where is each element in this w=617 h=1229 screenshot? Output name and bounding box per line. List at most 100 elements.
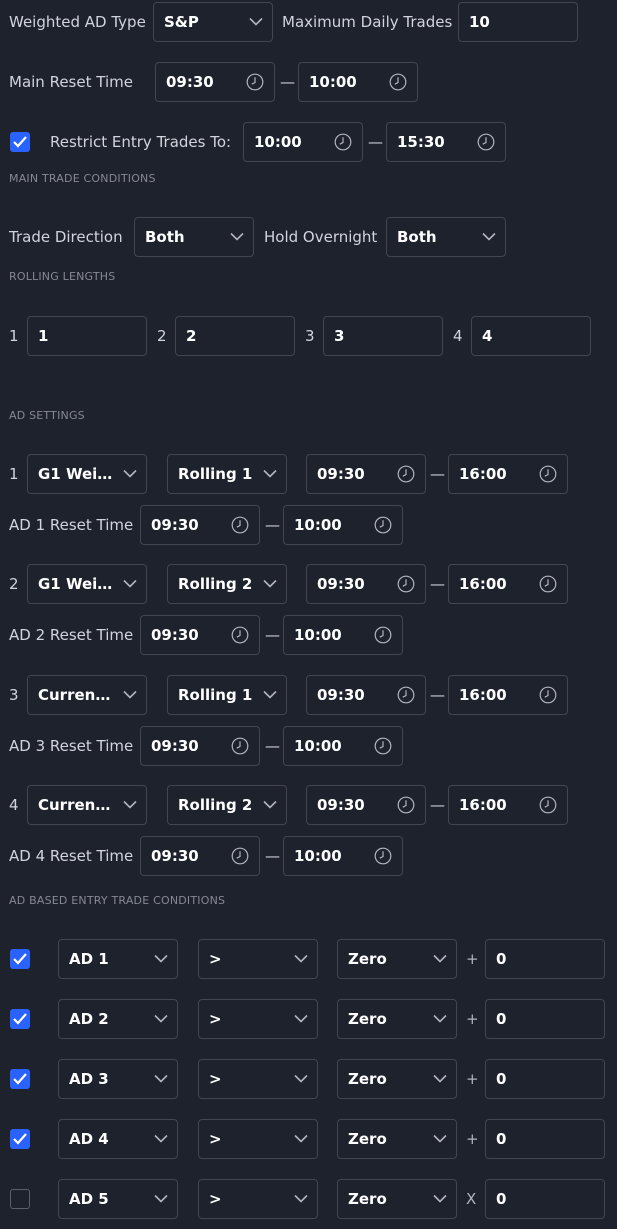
ad-3-end-input[interactable]: 16:00: [448, 675, 568, 715]
entry-condition-2-checkbox[interactable]: [10, 1009, 30, 1029]
clock-icon[interactable]: [397, 686, 415, 704]
clock-icon[interactable]: [374, 516, 392, 534]
hold-overnight-select[interactable]: Both: [386, 217, 506, 257]
ad-2-end-input[interactable]: 16:00: [448, 564, 568, 604]
chevron-down-icon: [249, 17, 263, 26]
ad-4-start-input[interactable]: 09:30: [306, 785, 426, 825]
ad-1-rolling-select[interactable]: Rolling 1: [167, 454, 287, 494]
ad-3-start-input[interactable]: 09:30: [306, 675, 426, 715]
entry-condition-1-checkbox[interactable]: [10, 949, 30, 969]
entry-condition-4-value-input[interactable]: 0: [485, 1119, 605, 1159]
clock-icon[interactable]: [374, 737, 392, 755]
trade-direction-select[interactable]: Both: [134, 217, 254, 257]
weighted-ad-type-select[interactable]: S&P: [153, 2, 273, 42]
ad-2-start-input[interactable]: 09:30: [306, 564, 426, 604]
entry-condition-3-ad-select-value: AD 3: [69, 1070, 109, 1088]
main-reset-start-input-value: 09:30: [166, 73, 214, 91]
restrict-start-input[interactable]: 10:00: [243, 122, 363, 162]
entry-condition-1-reference-select[interactable]: Zero: [337, 939, 457, 979]
ad-4-end-input[interactable]: 16:00: [448, 785, 568, 825]
rolling-length-input-2-value: 2: [186, 327, 197, 345]
ad-row-index: 1: [9, 465, 19, 483]
rolling-length-input-4[interactable]: 4: [471, 316, 591, 356]
entry-condition-5-value-input[interactable]: 0: [485, 1179, 605, 1219]
rolling-length-input-3[interactable]: 3: [323, 316, 443, 356]
main-reset-start-input[interactable]: 09:30: [155, 62, 275, 102]
entry-condition-2-ad-select[interactable]: AD 2: [58, 999, 178, 1039]
ad-3-reset-end-input[interactable]: 10:00: [283, 726, 403, 766]
rolling-length-input-2[interactable]: 2: [175, 316, 295, 356]
restrict-entry-checkbox[interactable]: [10, 132, 30, 152]
chevron-down-icon: [154, 1194, 168, 1203]
main-reset-end-input[interactable]: 10:00: [298, 62, 418, 102]
ad-3-reset-start-input[interactable]: 09:30: [140, 726, 260, 766]
clock-icon[interactable]: [397, 796, 415, 814]
clock-icon[interactable]: [539, 796, 557, 814]
clock-icon[interactable]: [334, 133, 352, 151]
entry-condition-3-value-input[interactable]: 0: [485, 1059, 605, 1099]
entry-condition-5-reference-select[interactable]: Zero: [337, 1179, 457, 1219]
entry-condition-4-checkbox[interactable]: [10, 1129, 30, 1149]
rolling-length-input-3-value: 3: [334, 327, 345, 345]
entry-condition-1-operator-select[interactable]: >: [198, 939, 318, 979]
clock-icon[interactable]: [231, 737, 249, 755]
clock-icon[interactable]: [397, 575, 415, 593]
clock-icon[interactable]: [539, 465, 557, 483]
entry-condition-5-checkbox[interactable]: [10, 1189, 30, 1209]
ad-2-reset-start-input[interactable]: 09:30: [140, 615, 260, 655]
ad-4-reset-end-input[interactable]: 10:00: [283, 836, 403, 876]
entry-condition-5-operator-select[interactable]: >: [198, 1179, 318, 1219]
entry-condition-3-reference-select[interactable]: Zero: [337, 1059, 457, 1099]
ad-2-end-input-value: 16:00: [459, 575, 507, 593]
ad-1-end-input[interactable]: 16:00: [448, 454, 568, 494]
rolling-length-input-1[interactable]: 1: [27, 316, 147, 356]
entry-condition-3-checkbox[interactable]: [10, 1069, 30, 1089]
chevron-down-icon: [263, 800, 277, 809]
entry-condition-4-reference-select[interactable]: Zero: [337, 1119, 457, 1159]
clock-icon[interactable]: [539, 575, 557, 593]
clock-icon[interactable]: [374, 847, 392, 865]
clock-icon[interactable]: [231, 847, 249, 865]
entry-condition-2-reference-select[interactable]: Zero: [337, 999, 457, 1039]
clock-icon[interactable]: [231, 626, 249, 644]
restrict-end-input[interactable]: 15:30: [386, 122, 506, 162]
entry-condition-1-value-input[interactable]: 0: [485, 939, 605, 979]
ad-2-reset-end-input[interactable]: 10:00: [283, 615, 403, 655]
entry-condition-1-ad-select[interactable]: AD 1: [58, 939, 178, 979]
entry-condition-3-operator-select[interactable]: >: [198, 1059, 318, 1099]
clock-icon[interactable]: [246, 73, 264, 91]
ad-2-type-select[interactable]: G1 Weig...: [27, 564, 147, 604]
chevron-down-icon: [294, 1014, 308, 1023]
entry-condition-4-operator-select-value: >: [209, 1130, 222, 1148]
clock-icon[interactable]: [374, 626, 392, 644]
range-separator: —: [265, 737, 280, 755]
ad-3-rolling-select[interactable]: Rolling 1: [167, 675, 287, 715]
ad-row-index: 4: [9, 796, 19, 814]
max-daily-trades-input[interactable]: 10: [458, 2, 578, 42]
entry-condition-5-ad-select[interactable]: AD 5: [58, 1179, 178, 1219]
ad-2-rolling-select[interactable]: Rolling 2: [167, 564, 287, 604]
ad-1-type-select[interactable]: G1 Weig...: [27, 454, 147, 494]
clock-icon[interactable]: [539, 686, 557, 704]
ad-4-type-select[interactable]: Current ...: [27, 785, 147, 825]
entry-condition-4-ad-select[interactable]: AD 4: [58, 1119, 178, 1159]
entry-condition-2-value-input[interactable]: 0: [485, 999, 605, 1039]
range-separator: —: [280, 73, 295, 91]
clock-icon[interactable]: [389, 73, 407, 91]
ad-4-end-input-value: 16:00: [459, 796, 507, 814]
clock-icon[interactable]: [397, 465, 415, 483]
ad-1-rolling-select-value: Rolling 1: [178, 465, 253, 483]
entry-condition-4-operator-select[interactable]: >: [198, 1119, 318, 1159]
ad-3-type-select[interactable]: Current ...: [27, 675, 147, 715]
ad-1-reset-end-input[interactable]: 10:00: [283, 505, 403, 545]
entry-condition-2-operator-select[interactable]: >: [198, 999, 318, 1039]
clock-icon[interactable]: [477, 133, 495, 151]
entry-condition-3-ad-select[interactable]: AD 3: [58, 1059, 178, 1099]
chevron-down-icon: [263, 579, 277, 588]
ad-1-start-input[interactable]: 09:30: [306, 454, 426, 494]
ad-4-reset-start-input[interactable]: 09:30: [140, 836, 260, 876]
ad-1-reset-start-input[interactable]: 09:30: [140, 505, 260, 545]
entry-condition-3-reference-select-value: Zero: [348, 1070, 387, 1088]
ad-4-rolling-select[interactable]: Rolling 2: [167, 785, 287, 825]
clock-icon[interactable]: [231, 516, 249, 534]
